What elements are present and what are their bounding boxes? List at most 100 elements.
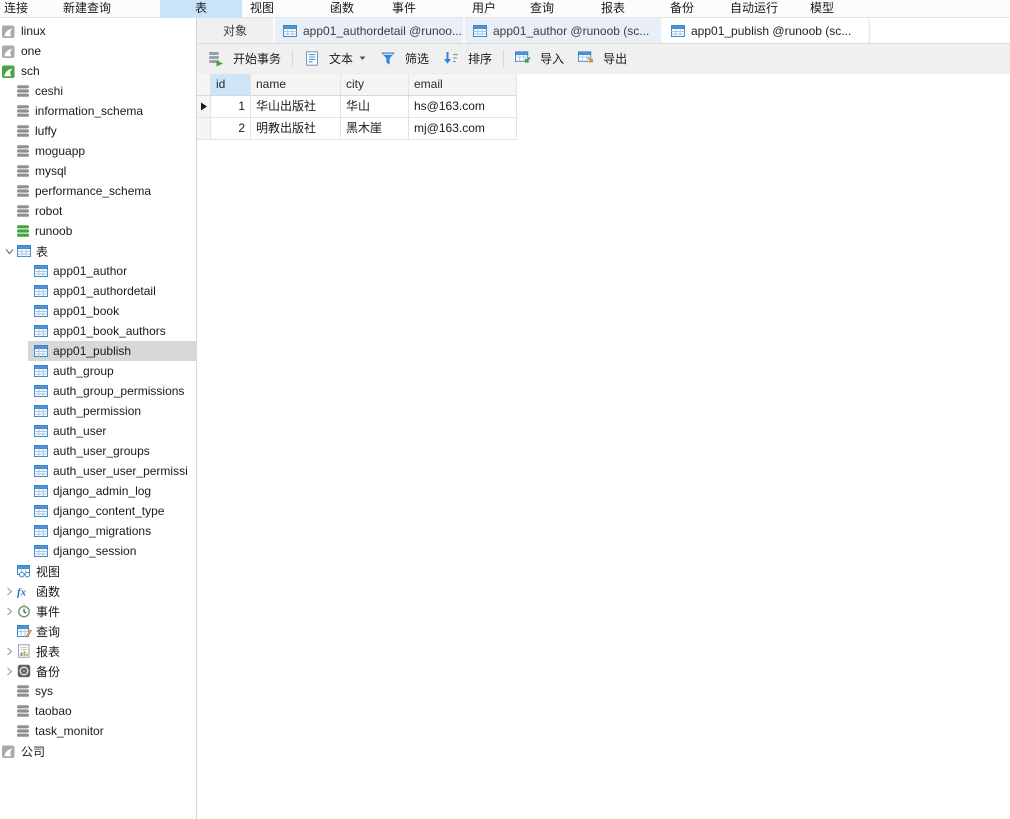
tree-item-reports[interactable]: 报表 — [0, 641, 196, 661]
tree-item-luffy[interactable]: luffy — [0, 121, 196, 141]
filter-button[interactable]: 筛选 — [373, 47, 436, 71]
tree-item-performance_schema[interactable]: performance_schema — [0, 181, 196, 201]
tree-item-label: taobao — [35, 704, 72, 718]
grid-header-row: idnamecityemail — [197, 74, 517, 96]
cell-id-row2[interactable]: 2 — [211, 118, 251, 140]
export-icon — [578, 51, 594, 67]
tree-item-app01_book_authors[interactable]: app01_book_authors — [0, 321, 196, 341]
tab-app01-author[interactable]: app01_author @runoob (sc... — [465, 18, 663, 43]
tree-item-app01_publish[interactable]: app01_publish — [0, 341, 196, 361]
tree-item-information_schema[interactable]: information_schema — [0, 101, 196, 121]
sort-icon — [443, 51, 459, 67]
tree-item-label: app01_publish — [53, 344, 131, 358]
menu-new-query[interactable]: 新建查询 — [63, 0, 111, 17]
menu-view[interactable]: 视图 — [250, 0, 274, 17]
menu-backup[interactable]: 备份 — [670, 0, 694, 17]
tab-app01-publish[interactable]: app01_publish @runoob (sc... — [663, 18, 869, 43]
tree-item-label: runoob — [35, 224, 72, 238]
tree-item-label: sch — [21, 64, 40, 78]
tree-item-taobao[interactable]: taobao — [0, 701, 196, 721]
tree-item-django_migrations[interactable]: django_migrations — [0, 521, 196, 541]
queries-category-icon — [16, 623, 32, 639]
tree-item-app01_author[interactable]: app01_author — [0, 261, 196, 281]
begin-transaction-button[interactable]: 开始事务 — [201, 47, 288, 71]
column-header-name[interactable]: name — [251, 74, 341, 96]
database-closed-icon — [15, 83, 31, 99]
tree-item-django_session[interactable]: django_session — [0, 541, 196, 561]
tree-item-auth_user[interactable]: auth_user — [0, 421, 196, 441]
tree-item-auth_user_user_permissi[interactable]: auth_user_user_permissi — [0, 461, 196, 481]
caret-down-icon — [359, 56, 366, 61]
transaction-icon — [208, 51, 224, 67]
tree-item-views[interactable]: 视图 — [0, 561, 196, 581]
import-button[interactable]: 导入 — [508, 47, 571, 71]
menu-automation[interactable]: 自动运行 — [730, 0, 778, 17]
column-header-email[interactable]: email — [409, 74, 517, 96]
menu-function[interactable]: 函数 — [330, 0, 354, 17]
sort-button[interactable]: 排序 — [436, 47, 499, 71]
tree-item-moguapp[interactable]: moguapp — [0, 141, 196, 161]
tree-item-django_admin_log[interactable]: django_admin_log — [0, 481, 196, 501]
menu-table[interactable]: 表 — [160, 0, 242, 18]
tree-item-label: auth_group_permissions — [53, 384, 184, 398]
tree-item-label: auth_permission — [53, 404, 141, 418]
tab-app01-authordetail[interactable]: app01_authordetail @runoo... — [275, 18, 465, 43]
database-closed-icon — [15, 723, 31, 739]
column-header-city[interactable]: city — [341, 74, 409, 96]
menu-query[interactable]: 查询 — [530, 0, 554, 17]
tree-item-robot[interactable]: robot — [0, 201, 196, 221]
text-mode-button[interactable]: 文本 — [297, 47, 373, 71]
tree-item-label: app01_authordetail — [53, 284, 156, 298]
tree-item-sch[interactable]: sch — [0, 61, 196, 81]
table-icon — [33, 363, 49, 379]
cell-name-row1[interactable]: 华山出版社 — [251, 96, 341, 118]
chevron-right-icon — [3, 647, 16, 656]
cell-city-row1[interactable]: 华山 — [341, 96, 409, 118]
functions-category-icon: fx — [16, 583, 32, 599]
tree-item-queries[interactable]: 查询 — [0, 621, 196, 641]
tree-item-linux[interactable]: linux — [0, 21, 196, 41]
table-icon — [33, 463, 49, 479]
tree-item-sys[interactable]: sys — [0, 681, 196, 701]
tree-item-app01_book[interactable]: app01_book — [0, 301, 196, 321]
tree-item-functions[interactable]: fx函数 — [0, 581, 196, 601]
navicat-main-window: 连接新建查询表视图函数事件用户查询报表备份自动运行模型 linuxoneschc… — [0, 0, 1010, 819]
table-icon — [33, 423, 49, 439]
cell-city-row2[interactable]: 黑木崖 — [341, 118, 409, 140]
tree-item-auth_group_permissions[interactable]: auth_group_permissions — [0, 381, 196, 401]
tree-item-runoob[interactable]: runoob — [0, 221, 196, 241]
data-grid: idnamecityemail1华山出版社华山hs@163.com2明教出版社黑… — [197, 74, 517, 140]
tree-item-label: 视图 — [36, 563, 60, 580]
menu-model[interactable]: 模型 — [810, 0, 834, 17]
row-marker[interactable] — [197, 118, 211, 140]
cell-id-row1[interactable]: 1 — [211, 96, 251, 118]
menu-user[interactable]: 用户 — [472, 0, 496, 17]
tree-item-backups[interactable]: 备份 — [0, 661, 196, 681]
tree-item-tables[interactable]: 表 — [0, 241, 196, 261]
menu-event[interactable]: 事件 — [392, 0, 416, 17]
menu-connection[interactable]: 连接 — [4, 0, 28, 17]
tree-item-company[interactable]: 公司 — [0, 741, 196, 761]
tree-item-django_content_type[interactable]: django_content_type — [0, 501, 196, 521]
tree-item-app01_authordetail[interactable]: app01_authordetail — [0, 281, 196, 301]
tree-item-ceshi[interactable]: ceshi — [0, 81, 196, 101]
column-header-id[interactable]: id — [211, 74, 251, 96]
table-row: 1华山出版社华山hs@163.com — [197, 96, 517, 118]
menu-report[interactable]: 报表 — [601, 0, 625, 17]
cell-name-row2[interactable]: 明教出版社 — [251, 118, 341, 140]
tree-item-events[interactable]: 事件 — [0, 601, 196, 621]
tree-item-task_monitor[interactable]: task_monitor — [0, 721, 196, 741]
table-icon — [33, 543, 49, 559]
tree-item-one[interactable]: one — [0, 41, 196, 61]
tree-item-auth_user_groups[interactable]: auth_user_groups — [0, 441, 196, 461]
tree-item-auth_permission[interactable]: auth_permission — [0, 401, 196, 421]
export-button[interactable]: 导出 — [571, 47, 634, 71]
tab-objects[interactable]: 对象 — [197, 18, 275, 43]
current-row-marker[interactable] — [197, 96, 211, 118]
table-row: 2明教出版社黑木崖mj@163.com — [197, 118, 517, 140]
tree-item-label: task_monitor — [35, 724, 104, 738]
tree-item-mysql[interactable]: mysql — [0, 161, 196, 181]
cell-email-row1[interactable]: hs@163.com — [409, 96, 517, 118]
cell-email-row2[interactable]: mj@163.com — [409, 118, 517, 140]
tree-item-auth_group[interactable]: auth_group — [0, 361, 196, 381]
